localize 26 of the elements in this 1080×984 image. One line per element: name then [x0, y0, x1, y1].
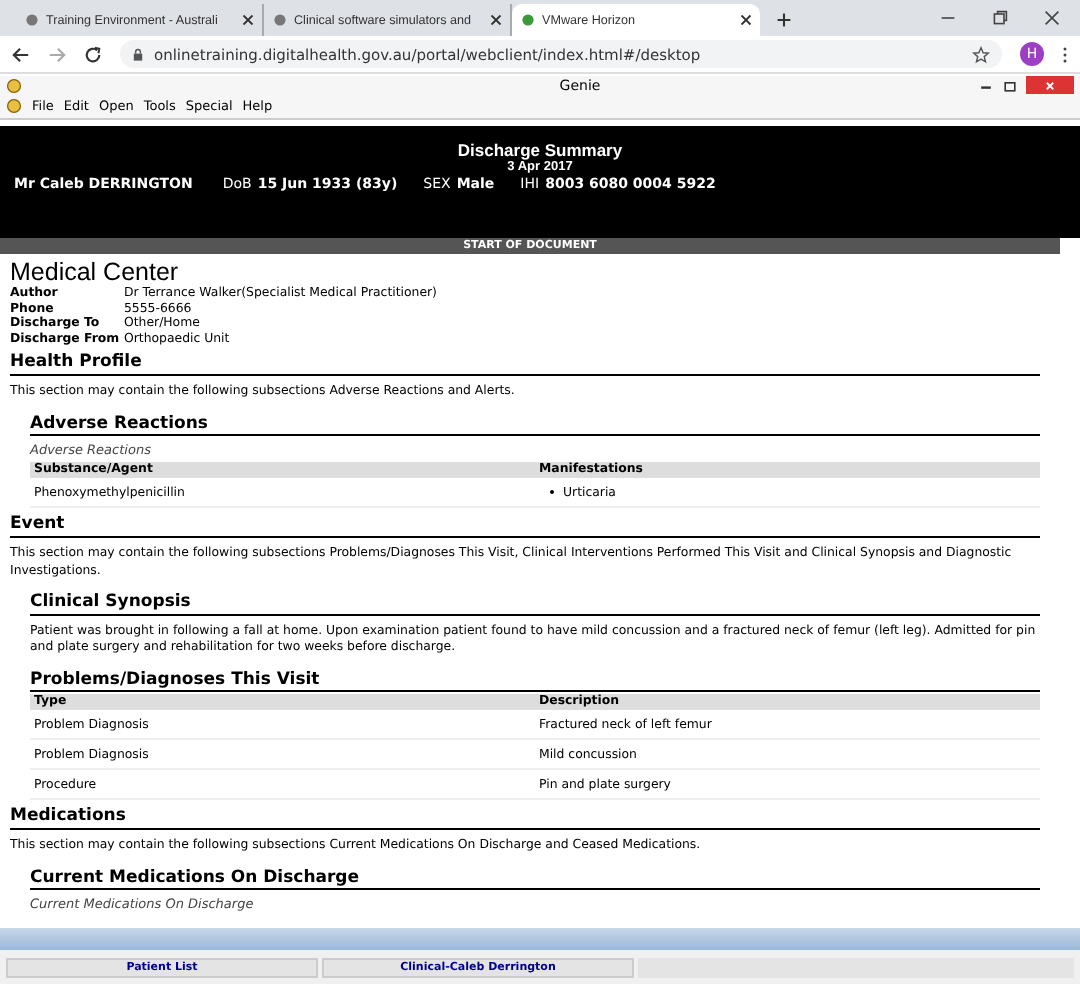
subsection-heading: Current Medications On Discharge	[30, 867, 1040, 890]
close-icon[interactable]	[1044, 10, 1060, 26]
close-button[interactable]	[1026, 76, 1074, 94]
close-icon[interactable]	[740, 14, 752, 26]
site-icon	[24, 12, 40, 28]
site-icon	[520, 12, 536, 28]
star-icon[interactable]	[972, 45, 990, 63]
close-icon	[1042, 77, 1058, 93]
new-tab-icon[interactable]	[776, 12, 792, 28]
document-title: Discharge Summary	[455, 140, 625, 160]
restore-icon[interactable]	[992, 10, 1008, 26]
subsection-heading: Problems/Diagnoses This Visit	[30, 669, 1040, 692]
close-icon[interactable]	[490, 14, 502, 26]
close-icon[interactable]	[242, 14, 254, 26]
reload-icon[interactable]	[84, 45, 102, 63]
lock-icon	[132, 47, 144, 61]
organisation-name: Medical Center	[10, 260, 181, 286]
back-icon[interactable]	[12, 45, 30, 63]
site-icon	[272, 12, 288, 28]
section-heading: Health Profile	[10, 352, 1040, 376]
menu-icon[interactable]	[1062, 45, 1068, 63]
section-heading: Medications	[10, 806, 1040, 830]
restore-icon[interactable]	[1002, 77, 1018, 93]
section-heading: Event	[10, 514, 1040, 538]
subsection-heading: Clinical Synopsis	[30, 592, 1040, 615]
subsection-heading: Adverse Reactions	[30, 413, 1040, 436]
